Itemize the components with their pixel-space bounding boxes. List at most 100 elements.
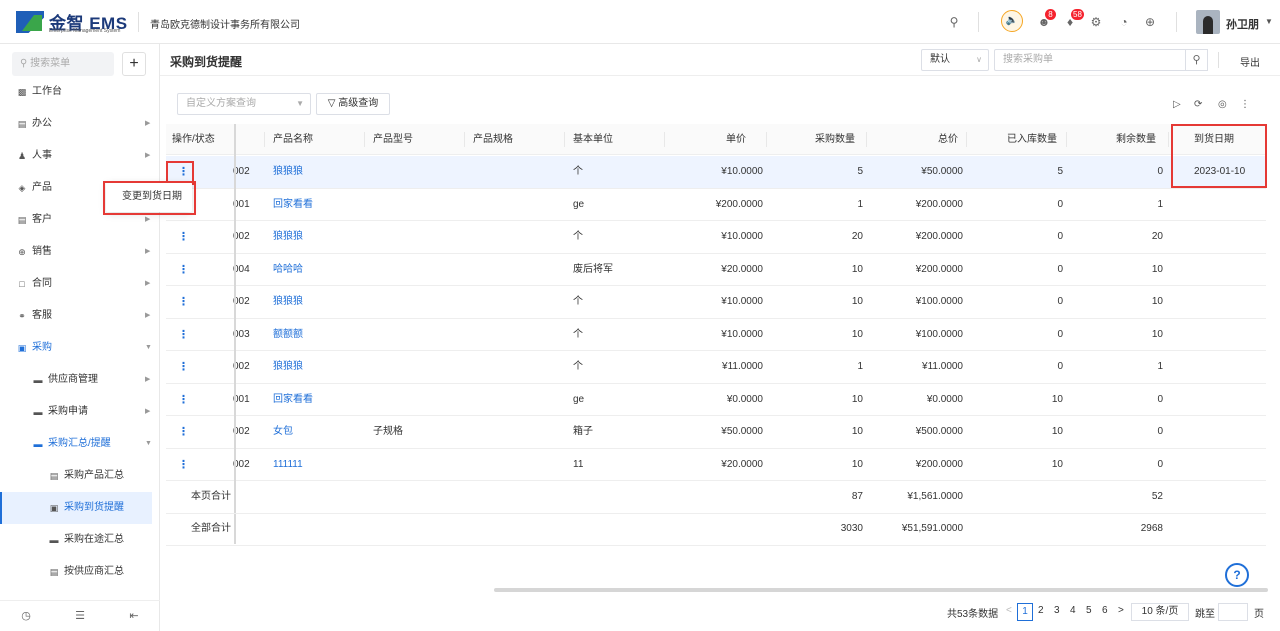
sidebar-item-label: 采购汇总/提醒 (48, 438, 111, 449)
page-6-button[interactable]: 6 (1102, 605, 1108, 616)
prev-page-button[interactable]: < (1006, 605, 1012, 616)
table-row[interactable]: ⋮ 002 女包 子规格 箱子 ¥50.0000 10 ¥500.0000 10 0 (166, 416, 1266, 449)
sidebar-item-workbench[interactable]: ▩ 工作台 (0, 76, 160, 108)
collapse-menu-icon[interactable]: ⇤ (126, 609, 142, 622)
sidebar-item-sales[interactable]: ⊕ 销售 ▶ (0, 236, 160, 268)
jump-input[interactable] (1218, 603, 1248, 621)
product-name-link[interactable]: 狼狼狼 (273, 286, 303, 318)
purchase-qty: 1 (857, 361, 863, 372)
highlight-popup (103, 181, 196, 215)
sidebar-item-purchase-summary[interactable]: ▬ 采购汇总/提醒 ▼ (0, 428, 160, 460)
unit-price: ¥0.0000 (726, 393, 763, 405)
stocked-qty: 0 (1057, 198, 1063, 210)
row-more-icon[interactable]: ⋮ (178, 221, 189, 253)
logo[interactable]: 金智 EMS Enterprise Management System (16, 9, 128, 35)
unit-price: ¥50.0000 (721, 426, 763, 437)
settings-sliders-icon[interactable]: ☰ (72, 609, 88, 622)
product-name-link[interactable]: 额额额 (273, 319, 303, 351)
contract-icon: □ (19, 279, 25, 289)
scheme-select[interactable]: 自定义方案查询 ▼ (177, 93, 311, 115)
sidebar-item-purchase-request[interactable]: ▬ 采购申请 ▶ (0, 396, 160, 428)
horizontal-scrollbar[interactable] (494, 588, 1268, 592)
table-row[interactable]: ⋮ 002 狼狼狼个 ¥10.0000 10 ¥100.0000 0 10 (166, 286, 1266, 319)
product-name-link[interactable]: 狼狼狼 (273, 351, 303, 383)
sidebar-item-label: 客服 (32, 310, 52, 321)
chevron-circle-icon[interactable]: ⊕ (1142, 14, 1158, 30)
stocked-qty: 0 (1057, 231, 1063, 242)
search-icon[interactable]: ⚲ (946, 14, 962, 30)
sidebar-item-product-summary[interactable]: ▤ 采购产品汇总 (0, 460, 160, 492)
product-name-link[interactable]: 111111 (273, 449, 303, 481)
company-name: 青岛欧克德制设计事务所有限公司 (150, 20, 300, 31)
row-more-icon[interactable]: ⋮ (178, 416, 189, 448)
sidebar-item-by-supplier[interactable]: ▤ 按供应商汇总 (0, 556, 160, 588)
help-button[interactable]: ? (1225, 563, 1249, 587)
page-5-button[interactable]: 5 (1086, 605, 1092, 616)
row-more-icon[interactable]: ⋮ (178, 254, 189, 286)
play-icon[interactable]: ▷ (1173, 99, 1181, 110)
product-name-link[interactable]: 哈哈哈 (273, 254, 303, 286)
bell-icon[interactable]: ♦ 58 (1062, 9, 1084, 30)
target-icon[interactable]: ◎ (1218, 99, 1227, 110)
page-4-button[interactable]: 4 (1070, 605, 1076, 616)
row-more-icon[interactable]: ⋮ (178, 286, 189, 318)
row-more-icon[interactable]: ⋮ (178, 351, 189, 383)
chevron-down-icon[interactable]: ▼ (1265, 17, 1273, 26)
sidebar-item-label: 采购到货提醒 (64, 502, 124, 513)
row-more-icon[interactable]: ⋮ (178, 449, 189, 481)
remaining-qty: 1 (1157, 361, 1163, 372)
product-name-link[interactable]: 女包 (273, 416, 293, 448)
table-row[interactable]: ⋮ 002 狼狼狼个 ¥11.0000 1 ¥11.0000 0 1 (166, 351, 1266, 384)
sidebar-item-purchase[interactable]: ▣ 采购 ▼ (0, 332, 160, 364)
product-name-link[interactable]: 回家看看 (273, 384, 313, 416)
product-name-link[interactable]: 狼狼狼 (273, 221, 303, 253)
table-row[interactable]: ⋮ 001 回家看看 ge ¥0.0000 10 ¥0.0000 10 0 (166, 384, 1266, 416)
sidebar-item-contract[interactable]: □ 合同 ▶ (0, 268, 160, 300)
history-icon[interactable]: ◷ (18, 609, 34, 622)
page-1-button[interactable]: 1 (1017, 603, 1033, 621)
table-row[interactable]: ⋮ 002 狼狼狼个 ¥10.0000 5 ¥50.0000 5 0 2023-01-10 (166, 156, 1266, 189)
top-bar: 金智 EMS Enterprise Management System 青岛欧克… (0, 0, 1280, 44)
page-3-button[interactable]: 3 (1054, 605, 1060, 616)
username[interactable]: 孙卫朋 (1226, 16, 1259, 32)
refresh-icon[interactable]: ⟳ (1194, 99, 1202, 110)
sidebar-item-service[interactable]: ⚭ 客服 ▶ (0, 300, 160, 332)
row-more-icon[interactable]: ⋮ (178, 384, 189, 416)
table-row[interactable]: ⋮ 004 哈哈哈 废后将军 ¥20.0000 10 ¥200.0000 0 10 (166, 254, 1266, 286)
col-price: 单价 (726, 134, 746, 145)
gear-icon[interactable]: ⚙ (1088, 14, 1104, 30)
add-menu-button[interactable]: + (122, 52, 146, 76)
table-row[interactable]: ⋮ 002 狼狼狼个 ¥10.0000 20 ¥200.0000 0 20 (166, 221, 1266, 254)
user-message-icon[interactable]: ☻ 8 (1036, 9, 1056, 30)
page-2-button[interactable]: 2 (1038, 605, 1044, 616)
next-page-button[interactable]: > (1118, 605, 1124, 616)
pie-chart-icon[interactable]: ◔ (1116, 14, 1132, 30)
grid-icon: ▩ (17, 87, 27, 97)
product-name-link[interactable]: 回家看看 (273, 189, 313, 221)
table-row[interactable]: ⋮ 002 111111 11 ¥20.0000 10 ¥200.0000 10 0 (166, 449, 1266, 481)
row-more-icon[interactable]: ⋮ (178, 319, 189, 351)
sidebar-item-supplier[interactable]: ▬ 供应商管理 ▶ (0, 364, 160, 396)
sidebar-item-office[interactable]: ▤ 办公 ▶ (0, 108, 160, 140)
menu-search-input[interactable]: ⚲ 搜索菜单 (12, 52, 114, 76)
highlight-arrival-date (1171, 124, 1267, 188)
page-size-select[interactable]: 10 条/页 (1131, 603, 1189, 621)
page-total-remain: 52 (1151, 491, 1163, 502)
all-total-row: 全部合计 3030 ¥51,591.0000 2968 (166, 513, 1266, 546)
search-button[interactable]: ⚲ (1186, 49, 1208, 71)
export-button[interactable]: 导出 (1240, 54, 1260, 69)
all-total-remain: 2968 (1140, 523, 1163, 534)
product-name-link[interactable]: 狼狼狼 (273, 156, 303, 188)
speaker-icon[interactable]: 🔈 (1001, 10, 1023, 32)
sidebar-item-arrival-reminder[interactable]: ▣ 采购到货提醒 (0, 492, 152, 524)
sidebar-item-in-transit[interactable]: ▬ 采购在途汇总 (0, 524, 160, 556)
avatar[interactable] (1196, 10, 1220, 34)
view-select[interactable]: 默认 ∨ (921, 49, 989, 71)
purchase-qty: 1 (857, 198, 863, 210)
table-row[interactable]: ⋮ 003 额额额个 ¥10.0000 10 ¥100.0000 0 10 (166, 319, 1266, 351)
search-order-input[interactable]: 搜索采购单 (994, 49, 1186, 71)
sidebar-item-hr[interactable]: ♟ 人事 ▶ (0, 140, 160, 172)
table-row[interactable]: ⋮001回家看看ge¥200.00001¥200.000001 (166, 189, 1266, 221)
more-vertical-icon[interactable]: ⋮ (1240, 99, 1250, 110)
advanced-query-button[interactable]: ▽ 高级查询 (316, 93, 390, 115)
